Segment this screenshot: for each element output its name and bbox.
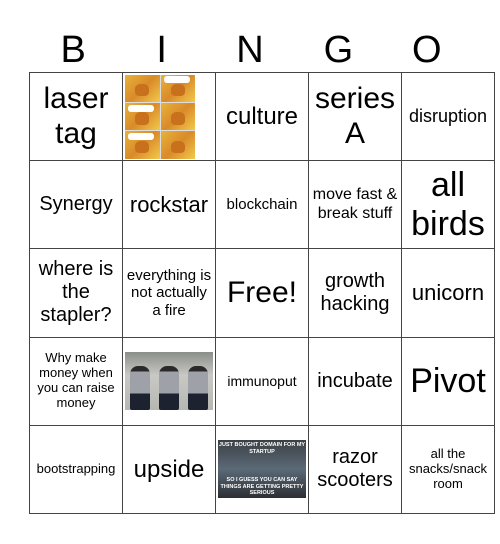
meme-caption-bottom: SO I GUESS YOU CAN SAY THINGS ARE GETTIN… [220,477,304,497]
board-row: bootstrapping upside JUST BOUGHT DOMAIN … [29,424,495,515]
header-letter-n: N [236,29,264,71]
this-is-fine-image [125,74,195,159]
cell-text: series A [314,82,396,150]
cell-text: razor scooters [317,446,393,492]
cell-text: Why make money when you can raise money [37,350,115,411]
cell-text: disruption [408,106,488,127]
meme-caption-top: JUST BOUGHT DOMAIN FOR MY STARTUP [218,442,306,455]
bingo-cell[interactable]: incubate [308,336,402,426]
bingo-cell[interactable]: upside [122,424,216,515]
cell-text: bootstrapping [36,460,116,476]
startup-meme-image: JUST BOUGHT DOMAIN FOR MY STARTUP SO I G… [218,440,306,499]
cell-text: laser tag [43,82,109,150]
board-row: Why make money when you can raise money … [29,336,495,426]
cell-text: culture [225,102,299,130]
bingo-cell[interactable]: immunoput [215,336,309,426]
bingo-cell[interactable]: unicorn [401,248,495,338]
board-row: laser tag culture series A disruption [29,71,495,162]
bingo-cell[interactable]: Synergy [29,160,123,250]
board-row: Synergy rockstar blockchain move fast & … [29,160,495,250]
bingo-cell[interactable]: razor scooters [308,424,402,515]
bingo-cell[interactable]: bootstrapping [29,424,123,515]
cell-text: all birds [411,165,485,243]
bingo-cell[interactable] [122,71,216,162]
bingo-board: laser tag culture series A disruption Sy… [29,71,495,515]
bingo-cell[interactable]: where is the stapler? [29,248,123,338]
cell-text: upside [133,455,205,483]
cell-text: everything is not actually a fire [126,267,212,319]
cell-text: where is the stapler? [38,258,114,327]
cell-text: unicorn [411,280,485,306]
bingo-cell[interactable]: Pivot [401,336,495,426]
header-letter-g: G [323,29,354,71]
cell-text: move fast & break stuff [312,186,398,222]
bingo-cell[interactable]: all the snacks/snack room [401,424,495,515]
cell-text: Synergy [39,193,113,216]
bingo-cell[interactable]: blockchain [215,160,309,250]
bingo-cell[interactable]: laser tag [29,71,123,162]
cell-text: Free! [226,275,298,309]
cell-text: blockchain [226,196,298,214]
bingo-cell[interactable]: JUST BOUGHT DOMAIN FOR MY STARTUP SO I G… [215,424,309,515]
cell-text: immunoput [227,373,297,390]
cell-text: all the snacks/snack room [408,445,488,491]
cell-text: incubate [317,369,393,392]
bingo-cell[interactable]: Why make money when you can raise money [29,336,123,426]
cell-text: rockstar [129,192,209,218]
bingo-cell[interactable] [122,336,216,426]
cell-text: growth hacking [320,269,390,315]
header-letter-i: I [156,29,167,71]
men-in-vests-image [125,352,213,411]
bingo-cell[interactable]: all birds [401,160,495,250]
board-row: where is the stapler? everything is not … [29,248,495,338]
bingo-cell[interactable]: growth hacking [308,248,402,338]
bingo-cell[interactable]: rockstar [122,160,216,250]
bingo-cell[interactable]: series A [308,71,402,162]
free-space-cell[interactable]: Free! [215,248,309,338]
header-letter-o: O [412,29,442,71]
bingo-header: B I N G O [29,28,471,72]
cell-text: Pivot [410,361,486,400]
header-letter-b: B [60,29,86,71]
bingo-cell[interactable]: move fast & break stuff [308,160,402,250]
bingo-cell[interactable]: culture [215,71,309,162]
bingo-cell[interactable]: disruption [401,71,495,162]
bingo-cell[interactable]: everything is not actually a fire [122,248,216,338]
